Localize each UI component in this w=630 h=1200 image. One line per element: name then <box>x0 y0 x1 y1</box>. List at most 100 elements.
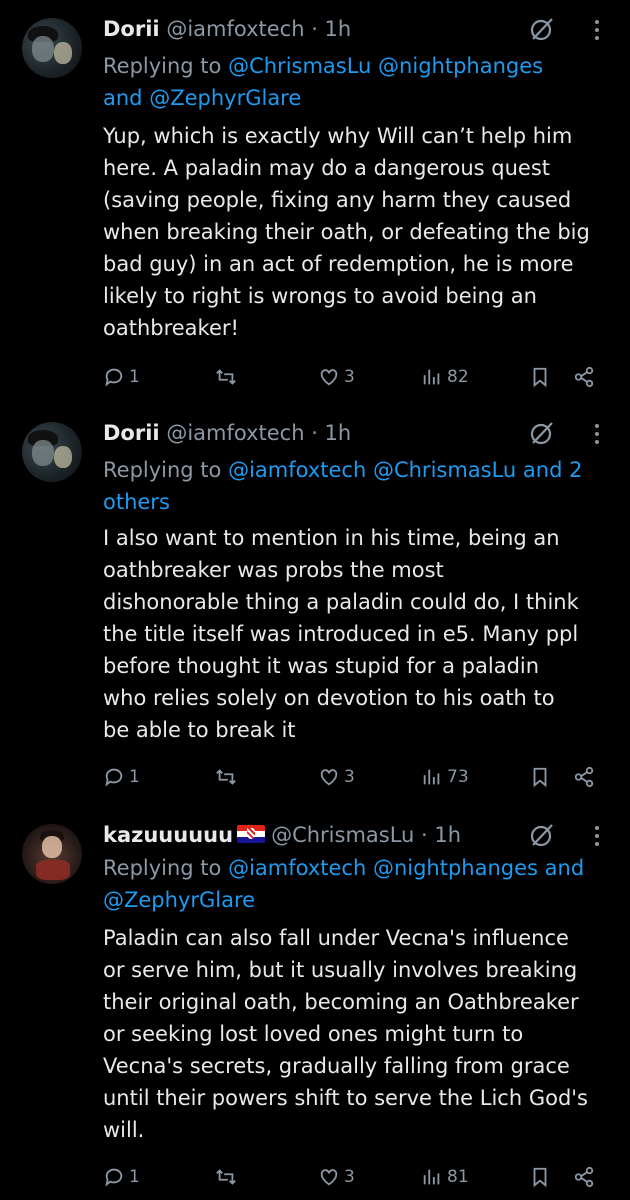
text-line: Vecna's secrets, gradually falling from … <box>103 1054 570 1078</box>
more-icon[interactable] <box>594 826 600 848</box>
repost-button[interactable] <box>215 362 241 392</box>
replying-prefix: Replying to <box>103 54 222 78</box>
text-line: dishonorable thing a paladin could do, I… <box>103 590 579 614</box>
repost-icon <box>216 369 236 385</box>
action-bar: 1 3 81 <box>103 1162 618 1192</box>
grok-icon[interactable] <box>529 420 555 446</box>
mention-link[interactable]: others <box>103 490 170 514</box>
text-line: Paladin can also fall under Vecna's infl… <box>103 926 569 950</box>
like-icon <box>320 369 338 386</box>
share-button[interactable] <box>573 1162 595 1192</box>
tweet-text: I also want to mention in his time, bein… <box>103 522 618 746</box>
timestamp[interactable]: · 1h <box>421 823 461 847</box>
text-line: will. <box>103 1118 145 1142</box>
bookmark-icon <box>533 367 547 388</box>
like-button[interactable]: 3 <box>318 1162 355 1192</box>
replying-to: Replying to @iamfoxtech @nightphanges an… <box>103 852 618 916</box>
text-line: or seeking lost loved ones might turn to <box>103 1022 524 1046</box>
text-line: when breaking their oath, or defeating t… <box>103 220 590 244</box>
views-button[interactable]: 73 <box>421 762 469 792</box>
action-bar: 1 3 73 <box>103 762 618 792</box>
text-line: Yup, which is exactly why Will can’t hel… <box>103 124 573 148</box>
views-button[interactable]: 82 <box>421 362 469 392</box>
share-icon <box>574 366 594 388</box>
mention-link[interactable]: @ZephyrGlare <box>103 888 255 912</box>
avatar[interactable] <box>22 422 82 482</box>
mention-link[interactable]: @iamfoxtech <box>221 458 366 482</box>
view-count: 81 <box>447 1167 469 1187</box>
mention-link[interactable]: @ChrismasLu and 2 <box>366 458 583 482</box>
bookmark-icon <box>533 767 547 788</box>
text-line: bad guy) in an act of redemption, he is … <box>103 252 574 276</box>
like-count: 3 <box>344 1167 355 1187</box>
bookmark-button[interactable] <box>529 362 551 392</box>
text-line: the title itself was introduced in e5. M… <box>103 622 579 646</box>
avatar[interactable] <box>22 824 82 884</box>
replying-and: and <box>103 86 143 110</box>
share-button[interactable] <box>573 762 595 792</box>
timestamp[interactable]: · 1h <box>311 17 351 41</box>
display-name[interactable]: Dorii <box>103 17 160 41</box>
text-line: here. A paladin may do a dangerous quest <box>103 156 551 180</box>
repost-button[interactable] <box>215 1162 241 1192</box>
user-handle[interactable]: @iamfoxtech <box>166 421 304 445</box>
text-line: their original oath, becoming an Oathbre… <box>103 990 579 1014</box>
replying-prefix: Replying to <box>103 458 222 482</box>
display-name[interactable]: kazuuuuuu <box>103 823 233 847</box>
mention-link[interactable]: @ChrismasLu <box>221 54 371 78</box>
tweet-text: Paladin can also fall under Vecna's infl… <box>103 922 618 1146</box>
action-bar: 1 3 82 <box>103 362 618 392</box>
text-line: likely to right is wrongs to avoid being… <box>103 284 537 308</box>
text-line: (saving people, fixing any harm they cau… <box>103 188 572 212</box>
grok-icon[interactable] <box>529 822 555 848</box>
repost-icon <box>216 1169 236 1185</box>
like-count: 3 <box>344 367 355 387</box>
text-line: before thought it was stupid for a palad… <box>103 654 540 678</box>
tweet-text: Yup, which is exactly why Will can’t hel… <box>103 120 618 344</box>
views-icon <box>423 769 440 785</box>
grok-icon[interactable] <box>529 16 555 42</box>
replying-to: Replying to @ChrismasLu @nightphanges an… <box>103 50 618 114</box>
bookmark-button[interactable] <box>529 1162 551 1192</box>
reply-icon <box>105 368 123 387</box>
bookmark-icon <box>533 1167 547 1188</box>
tweet-header: Dorii @iamfoxtech · 1h <box>103 416 351 450</box>
tweet[interactable]: kazuuuuuu @ChrismasLu · 1h Replying to @i… <box>0 822 630 1200</box>
display-name[interactable]: Dorii <box>103 421 160 445</box>
more-icon[interactable] <box>594 424 600 446</box>
like-icon <box>320 1169 338 1186</box>
text-line: who relies solely on devotion to his oat… <box>103 686 555 710</box>
reply-count: 1 <box>129 767 140 787</box>
mention-link[interactable]: @nightphanges <box>371 54 543 78</box>
views-button[interactable]: 81 <box>421 1162 469 1192</box>
reply-button[interactable]: 1 <box>103 362 140 392</box>
reply-button[interactable]: 1 <box>103 762 140 792</box>
avatar[interactable] <box>22 18 82 78</box>
reply-count: 1 <box>129 1167 140 1187</box>
mention-link[interactable]: @iamfoxtech <box>221 856 366 880</box>
tweet[interactable]: Dorii @iamfoxtech · 1h Replying to @Chri… <box>0 16 630 398</box>
more-icon[interactable] <box>594 20 600 42</box>
replying-prefix: Replying to <box>103 856 222 880</box>
text-line: oathbreaker! <box>103 316 239 340</box>
mention-link[interactable]: @nightphanges and <box>366 856 584 880</box>
reply-button[interactable]: 1 <box>103 1162 140 1192</box>
share-button[interactable] <box>573 362 595 392</box>
mention-link[interactable]: @ZephyrGlare <box>149 86 301 110</box>
user-handle[interactable]: @iamfoxtech <box>166 17 304 41</box>
text-line: I also want to mention in his time, bein… <box>103 526 560 550</box>
views-icon <box>423 1169 440 1185</box>
view-count: 82 <box>447 367 469 387</box>
reply-icon <box>105 1168 123 1187</box>
text-line: or serve him, but it usually involves br… <box>103 958 578 982</box>
bookmark-button[interactable] <box>529 762 551 792</box>
like-button[interactable]: 3 <box>318 762 355 792</box>
like-button[interactable]: 3 <box>318 362 355 392</box>
user-handle[interactable]: @ChrismasLu <box>271 823 414 847</box>
replying-to: Replying to @iamfoxtech @ChrismasLu and … <box>103 454 618 518</box>
tweet[interactable]: Dorii @iamfoxtech · 1h Replying to @iamf… <box>0 420 630 802</box>
text-line: oathbreaker was probs the most <box>103 558 444 582</box>
share-icon <box>574 1166 594 1188</box>
timestamp[interactable]: · 1h <box>311 421 351 445</box>
repost-button[interactable] <box>215 762 241 792</box>
